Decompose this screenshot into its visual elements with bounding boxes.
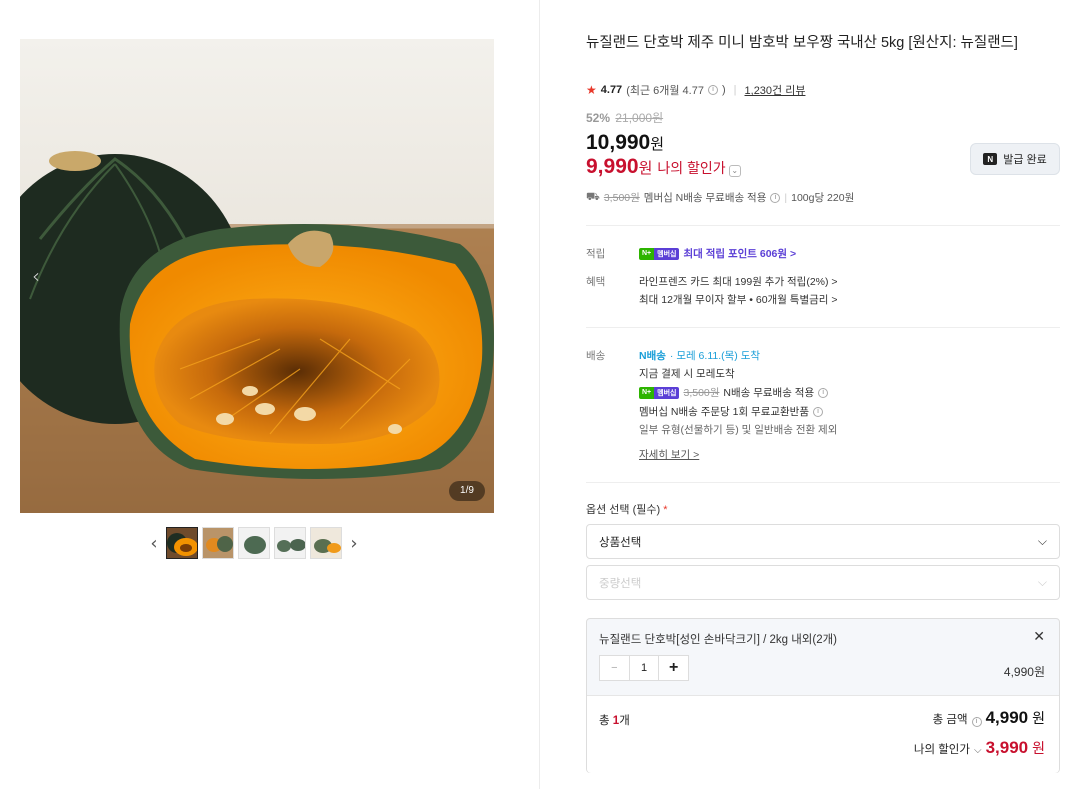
rating-detail-close: ) [721, 84, 726, 96]
quantity-stepper: − 1 + [599, 655, 689, 681]
my-price-unit: 원 [638, 160, 653, 177]
coupon-issued-button[interactable]: N 발급 완료 [970, 143, 1060, 175]
thumb-next-icon[interactable]: › [344, 527, 364, 559]
column-divider [539, 0, 540, 789]
info-icon[interactable]: i [707, 85, 718, 95]
rating-row: ★ 4.77 (최근 6개월 4.77 i) | 1,230건 리뷰 [586, 82, 805, 98]
thumbnail-2[interactable] [202, 527, 234, 559]
total-amount: 총 금액 i 4,990 원 [933, 708, 1045, 728]
close-icon[interactable]: ✕ [1033, 629, 1045, 645]
info-icon[interactable]: i [818, 387, 829, 398]
quantity-value[interactable]: 1 [630, 662, 659, 674]
minus-button[interactable]: − [600, 656, 630, 680]
my-total-unit: 원 [1032, 740, 1045, 756]
plus-button[interactable]: + [658, 656, 688, 680]
chevron-down-icon: ⌵ [973, 745, 982, 756]
selected-option-name: 뉴질랜드 단호박[성인 손바닥크기] / 2kg 내외(2개) [599, 634, 838, 646]
info-icon[interactable]: i [813, 406, 823, 417]
my-total-label: 나의 할인가 [913, 744, 970, 756]
star-icon: ★ [586, 83, 597, 97]
divider [586, 225, 1060, 226]
delivery-return-row: 멤버십 N배송 주문당 1회 무료교환반품 i [639, 404, 823, 419]
info-icon[interactable]: i [971, 717, 982, 727]
total-count: 총 1개 [599, 715, 630, 727]
unit-price: 100g당 220원 [791, 192, 855, 204]
delivery-more-link[interactable]: 자세히 보기 > [639, 447, 699, 462]
my-price-label: 나의 할인가 [657, 160, 726, 176]
option-title: 옵션 선택 (필수) * [586, 501, 668, 517]
return-text: 멤버십 N배송 주문당 1회 무료교환반품 [639, 406, 809, 418]
required-mark: * [663, 504, 668, 516]
product-title: 뉴질랜드 단호박 제주 미니 밤호박 보우짱 국내산 5kg [원산지: 뉴질랜… [586, 35, 1018, 51]
arrival-date: · 모레 6.11.(목) 도착 [669, 350, 761, 362]
separator: | [733, 84, 737, 96]
image-prev-icon[interactable]: ‹ [32, 264, 40, 288]
sale-price-unit: 원 [650, 136, 665, 153]
old-delivery-fee: 3,500원 [683, 387, 720, 399]
perk-installment[interactable]: 최대 12개월 무이자 할부 • 60개월 특별금리 > [639, 292, 838, 307]
separator: | [784, 191, 788, 204]
selected-option-box: 뉴질랜드 단호박[성인 손바닥크기] / 2kg 내외(2개) ✕ − 1 + … [586, 618, 1060, 773]
thumbnail-1[interactable] [166, 527, 198, 559]
total-label: 총 금액 [932, 714, 968, 726]
chevron-down-icon: ⌵ [1037, 534, 1047, 548]
thumbnail-3[interactable] [238, 527, 270, 559]
product-select-value: 상품선택 [599, 536, 642, 549]
thumbnail-4[interactable] [274, 527, 306, 559]
points-row[interactable]: N+ 멤버십 최대 적립 포인트 606원 > [639, 246, 796, 261]
divider [586, 327, 1060, 328]
rating-score: 4.77 [600, 84, 623, 96]
chevron-down-icon: ⌵ [1037, 575, 1047, 589]
info-icon[interactable]: i [770, 192, 781, 203]
weight-select[interactable]: 중량선택 ⌵ [586, 565, 1060, 600]
thumbnail-5[interactable] [310, 527, 342, 559]
my-total-amount[interactable]: 나의 할인가 ⌵ 3,990 원 [914, 738, 1045, 758]
review-count-link[interactable]: 1,230건 리뷰 [745, 82, 806, 98]
points-text: 최대 적립 포인트 606원 > [683, 248, 797, 260]
delivery-free-row: N+ 멤버십 3,500원 N배송 무료배송 적용 i [639, 385, 829, 400]
sale-price-value: 10,990 [586, 131, 651, 154]
shipping-text: 멤버십 N배송 무료배송 적용 [643, 192, 767, 204]
total-unit: 원 [1032, 710, 1045, 726]
delivery-line-1: 지금 결제 시 모레도착 [639, 368, 735, 380]
perk-card[interactable]: 라인프렌즈 카드 최대 199원 추가 적립(2%) > [639, 274, 838, 289]
product-main-image[interactable] [20, 39, 494, 513]
coupon-button-label: 발급 완료 [1003, 154, 1047, 166]
rating-detail: (최근 6개월 4.77 [626, 85, 704, 97]
free-delivery-text: N배송 무료배송 적용 [723, 387, 815, 399]
my-price-value: 9,990 [586, 155, 639, 178]
perks-label: 혜택 [586, 276, 606, 288]
old-shipping-fee: 3,500원 [603, 192, 640, 204]
sale-price: 10,990원 [586, 131, 664, 155]
option-title-text: 옵션 선택 (필수) [586, 504, 661, 516]
naver-n-icon: N [983, 153, 998, 165]
n-delivery-badge: N배송 [639, 350, 666, 362]
chevron-down-icon[interactable]: ⌄ [728, 165, 741, 177]
shipping-summary: ⛟ 3,500원 멤버십 N배송 무료배송 적용 i | 100g당 220원 [586, 190, 854, 205]
weight-select-value: 중량선택 [599, 577, 642, 590]
thumbnail-strip: ‹ › [144, 527, 364, 559]
divider [586, 482, 1060, 483]
truck-icon: ⛟ [586, 190, 600, 203]
delivery-arrival: N배송 · 모레 6.11.(목) 도착 [639, 348, 760, 363]
my-total-value: 3,990 [985, 738, 1029, 757]
pumpkin-photo [20, 39, 494, 513]
my-discount-price[interactable]: 9,990 원 나의 할인가 ⌄ [586, 155, 741, 179]
total-area: 총 1개 총 금액 i 4,990 원 나의 할인가 ⌵ 3,990 원 [587, 695, 1059, 773]
option-price: 4,990원 [1003, 665, 1045, 679]
thumb-prev-icon[interactable]: ‹ [144, 527, 164, 559]
discount-rate: 52% [586, 111, 611, 125]
membership-badge: N+ 멤버십 [639, 247, 680, 260]
image-counter: 1/9 [449, 481, 485, 501]
delivery-label: 배송 [586, 350, 606, 362]
original-price: 21,000원 [615, 111, 664, 125]
membership-badge: N+ 멤버십 [639, 386, 680, 399]
total-value: 4,990 [985, 708, 1029, 727]
discount-row: 52% 21,000원 [586, 109, 663, 126]
points-label: 적립 [586, 248, 606, 260]
product-select[interactable]: 상품선택 ⌵ [586, 524, 1060, 559]
delivery-exclusion: 일부 유형(선물하기 등) 및 일반배송 전환 제외 [639, 424, 838, 436]
